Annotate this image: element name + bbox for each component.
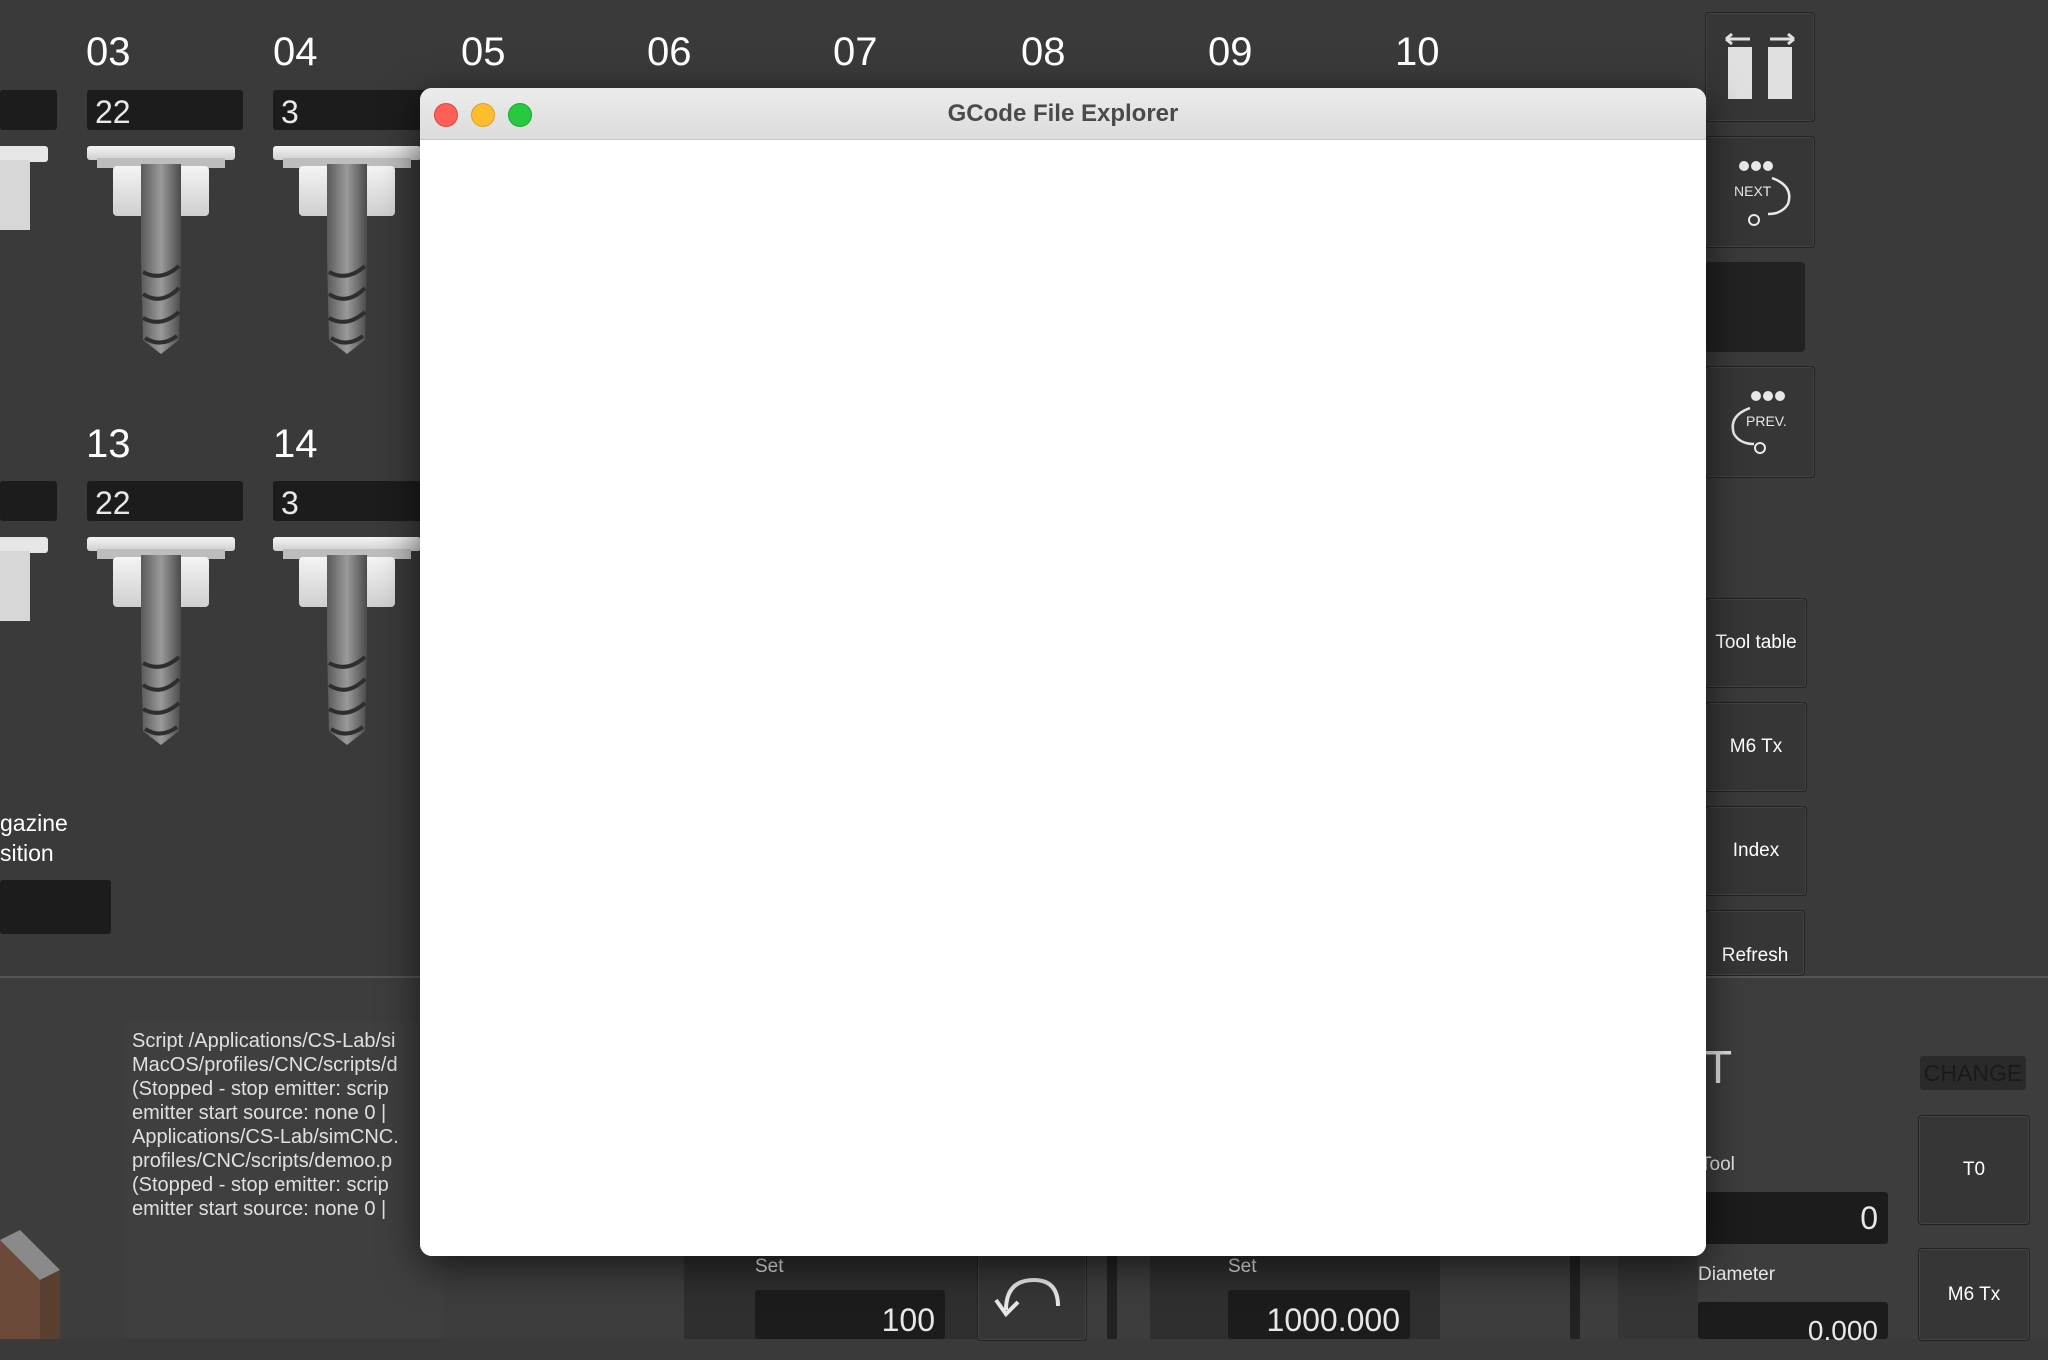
tool-endmill-icon [273,537,421,745]
slot-field[interactable]: 3 [273,481,429,521]
slot-field[interactable]: 3 [273,90,429,130]
slot-field[interactable]: 22 [87,481,243,521]
diameter-input[interactable]: 0.000 [1698,1302,1888,1346]
set-label: Set [1228,1256,1257,1277]
column-number: 04 [273,30,318,74]
column-number: 06 [647,30,692,74]
magazine-label: sition [0,840,54,866]
next-rotate-icon: NEXT [1734,161,1791,226]
reset-override-button[interactable] [977,1250,1087,1341]
slot-field[interactable] [0,90,57,130]
t0-button[interactable]: T0 [1918,1115,2030,1225]
model-preview-icon [0,1230,60,1339]
console-line: profiles/CNC/scripts/demoo.p [132,1150,393,1172]
console-line: emitter start source: none 0 | [132,1102,387,1124]
divider [1570,1250,1580,1339]
column-number: 05 [461,30,506,74]
m6tx-tool-button[interactable]: M6 Tx [1918,1248,2030,1341]
column-number: 13 [86,422,131,466]
prev-button[interactable]: PREV. [1705,366,1815,478]
column-number: 09 [1208,30,1253,74]
prev-rotate-icon: PREV. [1731,391,1787,454]
console-line: MacOS/profiles/CNC/scripts/d [132,1054,398,1076]
divider [1107,1250,1117,1339]
tool-table-button[interactable]: Tool table [1705,598,1807,688]
next-button[interactable]: NEXT [1705,136,1815,248]
refresh-button[interactable]: Refresh [1705,910,1805,976]
feed-set-input[interactable]: 100 [755,1290,945,1339]
tool-holder-icon [0,537,48,621]
next-label: NEXT [1734,183,1772,199]
tool-display [1705,262,1805,352]
console-line: (Stopped - stop emitter: scrip [132,1078,389,1100]
panel-slot [1618,1250,1698,1339]
spread-arrows-icon [1725,32,1795,99]
undo-arrow-icon [994,1277,1060,1317]
m6tx-button[interactable]: M6 Tx [1705,702,1807,792]
tool-endmill-icon [273,146,421,354]
set-label: Set [755,1256,784,1277]
magazine-position-field[interactable] [0,880,111,934]
window-title: GCode File Explorer [947,100,1179,127]
console-line: Script /Applications/CS-Lab/si [132,1030,396,1052]
prev-label: PREV. [1746,413,1787,429]
tool-number-input[interactable]: 0 [1700,1192,1888,1244]
change-indicator: CHANGE [1920,1056,2026,1090]
slot-field[interactable]: 22 [87,90,243,130]
magazine-label: gazine [0,810,68,836]
column-number: 10 [1395,30,1440,74]
spread-button[interactable] [1705,12,1815,122]
diameter-label: Diameter [1698,1264,1776,1285]
console-line: (Stopped - stop emitter: scrip [132,1174,389,1196]
file-explorer-content [420,140,1706,1256]
tool-endmill-icon [87,537,235,745]
tool-holder-icon [0,146,48,230]
console-line: emitter start source: none 0 | [132,1198,387,1220]
index-button[interactable]: Index [1705,806,1807,896]
spindle-set-input[interactable]: 1000.000 [1228,1290,1410,1339]
console-line: Applications/CS-Lab/simCNC. [132,1126,399,1148]
window-titlebar[interactable]: GCode File Explorer [420,88,1706,140]
gcode-file-explorer-window: GCode File Explorer [420,88,1706,1256]
slot-field[interactable] [0,481,57,521]
column-number: 03 [86,30,131,74]
tool-endmill-icon [87,146,235,354]
column-number: 07 [833,30,878,74]
column-number: 08 [1021,30,1066,74]
column-number: 14 [273,422,318,466]
tool-panel-heading: T [1704,1041,1733,1093]
